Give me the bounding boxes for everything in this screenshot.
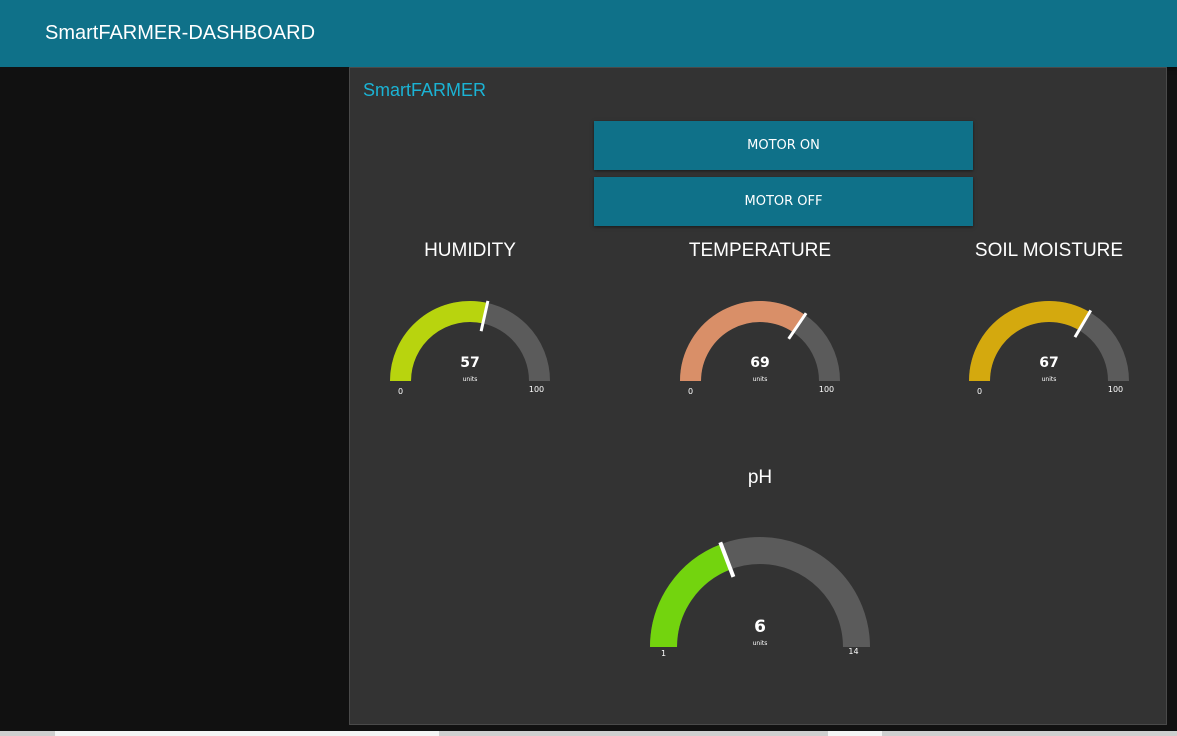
gauge-max: 14	[848, 647, 858, 656]
gauge-fill	[680, 301, 805, 382]
gauge-units: units	[1042, 376, 1057, 383]
gauge-min: 0	[688, 387, 693, 396]
temperature-title: TEMPERATURE	[688, 240, 832, 261]
app-header: SmartFARMER-DASHBOARD	[0, 0, 1177, 67]
gauge-max: 100	[529, 385, 544, 394]
gauge-fill	[650, 544, 731, 648]
gauge-max: 100	[1108, 385, 1123, 394]
gauge-value: 69	[750, 355, 769, 371]
soil-moisture-gauge: 67 units 0 100	[969, 301, 1129, 396]
motor-off-button[interactable]: MOTOR OFF	[594, 177, 973, 226]
gauge-min: 0	[977, 387, 982, 396]
scrollbar-segment	[828, 731, 882, 736]
gauge-max: 100	[819, 385, 834, 394]
gauge-value: 67	[1039, 355, 1058, 371]
dashboard-title: SmartFARMER-DASHBOARD	[45, 22, 316, 44]
gauge-value: 57	[460, 355, 479, 371]
gauge-units: units	[463, 376, 478, 383]
soil-moisture-title: SOIL MOISTURE	[974, 240, 1124, 261]
gauge-units: units	[753, 376, 768, 383]
gauge-fill	[969, 301, 1090, 382]
gauge-units: units	[753, 640, 768, 647]
horizontal-scrollbar[interactable]	[0, 731, 1177, 736]
smartfarmer-group: SmartFARMER MOTOR ON MOTOR OFF HUMIDITY …	[349, 67, 1167, 725]
scrollbar-thumb[interactable]	[55, 731, 439, 736]
gauge-min: 0	[398, 387, 403, 396]
humidity-gauge: 57 units 0 100	[390, 300, 550, 396]
motor-on-button[interactable]: MOTOR ON	[594, 121, 973, 170]
humidity-title: HUMIDITY	[424, 240, 516, 261]
gauge-min: 1	[661, 649, 666, 658]
temperature-gauge: 69 units 0 100	[680, 301, 840, 396]
ph-title: pH	[747, 467, 773, 488]
ph-gauge: 6 units 1 14	[650, 537, 870, 658]
gauge-value: 6	[754, 617, 766, 637]
group-title: SmartFARMER	[363, 80, 487, 100]
sidebar-area	[0, 67, 349, 736]
